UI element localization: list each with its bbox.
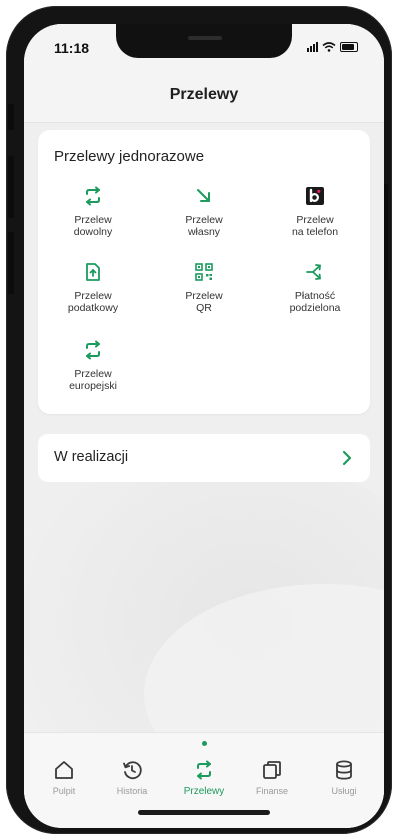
nav-item-historia[interactable]: Historia bbox=[100, 759, 164, 796]
mute-switch bbox=[8, 104, 14, 130]
in-progress-row[interactable]: W realizacji bbox=[38, 434, 370, 482]
chevron-right-icon bbox=[342, 450, 352, 466]
wallet-icon bbox=[263, 761, 281, 779]
page-title: Przelewy bbox=[169, 86, 239, 103]
transfer-tile-europejski[interactable]: Przelew europejski bbox=[38, 340, 148, 392]
screen: 11:18 Przelewy Przelewy jednorazowe Prze… bbox=[24, 24, 384, 828]
split-arrows-icon bbox=[306, 264, 321, 280]
home-indicator bbox=[138, 810, 270, 815]
transfer-tile-dowolny[interactable]: Przelew dowolny bbox=[38, 186, 148, 238]
battery-icon bbox=[340, 42, 358, 52]
arrow-down-right-icon bbox=[197, 189, 210, 202]
status-icons bbox=[307, 42, 358, 52]
phone-frame: 11:18 Przelewy Przelewy jednorazowe Prze… bbox=[6, 6, 392, 834]
transfer-icon bbox=[197, 760, 211, 780]
status-time: 11:18 bbox=[54, 40, 90, 56]
home-icon bbox=[55, 761, 73, 779]
blik-icon bbox=[306, 187, 324, 205]
volume-up-button bbox=[8, 156, 14, 218]
card-title: Przelewy jednorazowe bbox=[54, 148, 205, 165]
one-time-transfers-card: Przelewy jednorazowe Przelew dowolny Prz… bbox=[38, 130, 370, 414]
qr-code-icon bbox=[195, 263, 213, 281]
document-upload-icon bbox=[86, 263, 100, 281]
signal-icon bbox=[307, 42, 318, 52]
database-icon bbox=[336, 760, 352, 780]
header: Przelewy bbox=[24, 74, 384, 123]
transfer-tile-wlasny[interactable]: Przelew własny bbox=[149, 186, 259, 238]
transfer-tile-podzielona[interactable]: Płatność podzielona bbox=[260, 262, 370, 314]
nav-item-pulpit[interactable]: Pulpit bbox=[32, 759, 96, 796]
notch bbox=[116, 24, 292, 58]
status-bar: 11:18 bbox=[24, 24, 384, 74]
wifi-icon bbox=[322, 42, 336, 52]
transfer-tile-telefon[interactable]: Przelew na telefon bbox=[260, 186, 370, 238]
nav-item-finanse[interactable]: Finanse bbox=[240, 759, 304, 796]
arrows-exchange-icon bbox=[86, 186, 100, 206]
in-progress-label: W realizacji bbox=[54, 449, 129, 465]
active-indicator bbox=[202, 741, 207, 746]
arrows-exchange-icon bbox=[86, 340, 100, 360]
volume-down-button bbox=[8, 232, 14, 294]
nav-item-uslugi[interactable]: Usługi bbox=[312, 759, 376, 796]
history-icon bbox=[123, 761, 142, 780]
nav-item-przelewy[interactable]: Przelewy bbox=[172, 759, 236, 797]
transfer-tile-qr[interactable]: Przelew QR bbox=[149, 262, 259, 314]
transfer-tile-podatkowy[interactable]: Przelew podatkowy bbox=[38, 262, 148, 314]
